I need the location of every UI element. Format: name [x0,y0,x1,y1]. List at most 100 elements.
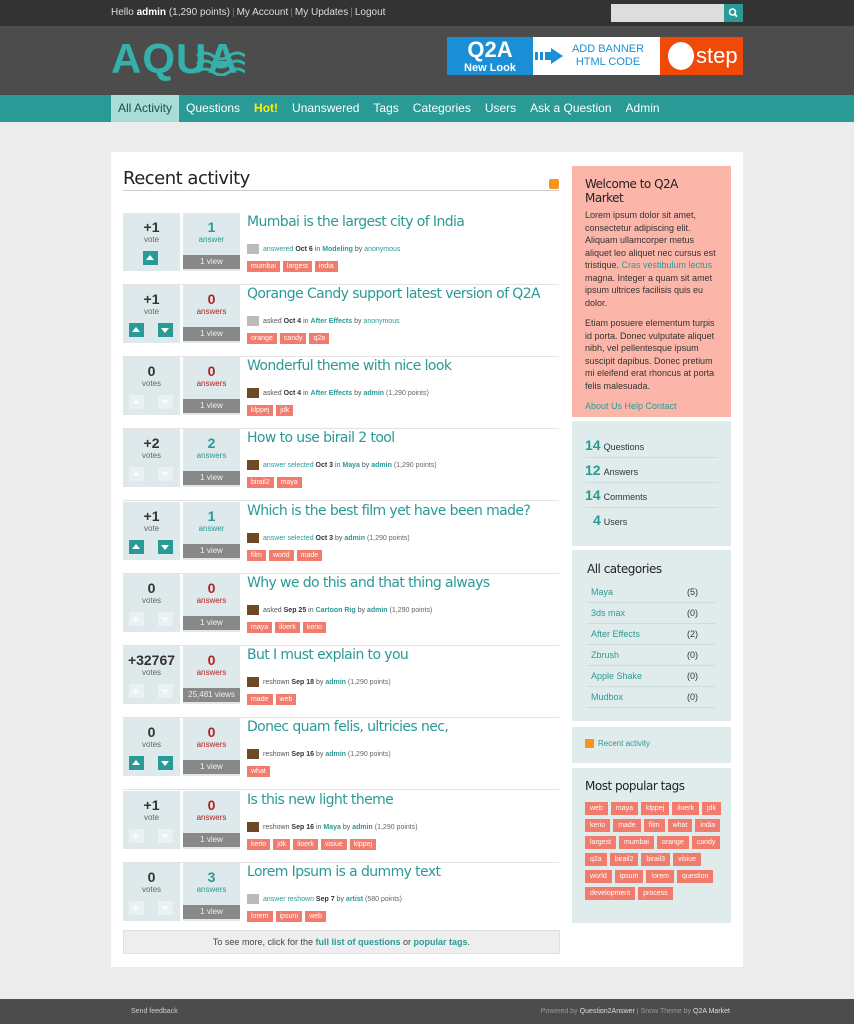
tag-link[interactable]: birail2 [247,477,274,488]
tag-link[interactable]: klppej [640,802,670,815]
username[interactable]: admin [137,7,166,18]
tag-link[interactable]: web [275,694,297,705]
avatar[interactable] [247,749,259,759]
meta-category-link[interactable]: Maya [342,462,360,469]
meta-user-link[interactable]: admin [325,679,346,686]
nav-item-0[interactable]: All Activity [111,95,180,122]
avatar[interactable] [247,822,259,832]
tag-link[interactable]: maya [610,802,638,815]
nav-item-6[interactable]: Users [478,95,523,122]
question-title[interactable]: Wonderful theme with nice look [247,358,452,374]
meta-action[interactable]: answer reshown [263,896,314,903]
search-input[interactable] [611,4,724,22]
full-list-link[interactable]: full list of questions [315,937,400,947]
meta-user-link[interactable]: anonymous [364,246,400,253]
welcome-footer-links[interactable]: About Us Help Contact [585,401,677,411]
meta-user-link[interactable]: admin [325,751,346,758]
tag-link[interactable]: ipsum [614,870,644,883]
avatar[interactable] [247,388,259,398]
vote-up-button[interactable] [129,540,144,554]
tag-link[interactable]: india [314,261,338,272]
meta-user-link[interactable]: admin [344,535,365,542]
meta-user-link[interactable]: admin [367,607,388,614]
tag-link[interactable]: web [585,802,608,815]
meta-action[interactable]: answer selected [263,535,314,542]
question-title[interactable]: Mumbai is the largest city of India [247,214,465,230]
category-link[interactable]: Maya [591,587,613,597]
meta-user-link[interactable]: admin [363,390,384,397]
nav-item-8[interactable]: Admin [619,95,667,122]
meta-category-link[interactable]: After Effects [311,390,353,397]
tag-link[interactable]: mumbai [619,836,654,849]
tag-link[interactable]: what [667,819,693,832]
tag-link[interactable]: process [638,887,673,900]
tag-link[interactable]: mumbai [247,261,280,272]
vote-down-button[interactable] [158,756,173,770]
tag-link[interactable]: film [643,819,665,832]
meta-category-link[interactable]: After Effects [311,318,353,325]
avatar[interactable] [247,677,259,687]
tag-link[interactable]: development [585,887,636,900]
meta-action[interactable]: answered [263,246,293,253]
vote-down-button[interactable] [158,323,173,337]
meta-user-link[interactable]: anonymous [363,318,399,325]
tag-link[interactable]: what [247,766,270,777]
logout-link[interactable]: Logout [355,7,386,18]
meta-category-link[interactable]: Cartoon Rig [316,607,356,614]
tag-link[interactable]: visiue [320,839,347,850]
tag-link[interactable]: iloerk [672,802,699,815]
site-logo[interactable]: AQUA [111,34,245,84]
tag-link[interactable]: ipsum [275,911,303,922]
tag-link[interactable]: candy [691,836,721,849]
tag-link[interactable]: maya [276,477,302,488]
tag-link[interactable]: world [268,550,294,561]
tag-link[interactable]: maya [247,622,273,633]
q2a-market-link[interactable]: Q2A Market [693,1008,730,1015]
tag-link[interactable]: q2a [309,333,330,344]
tag-link[interactable]: world [585,870,612,883]
welcome-link[interactable]: Cras vestibulum lectus [622,260,713,270]
popular-tags-link[interactable]: popular tags [414,937,468,947]
nav-item-5[interactable]: Categories [406,95,478,122]
tag-link[interactable]: lorem [247,911,273,922]
tag-link[interactable]: iloerk [275,622,300,633]
tag-link[interactable]: made [613,819,641,832]
tag-link[interactable]: made [247,694,273,705]
tag-link[interactable]: jdk [273,839,291,850]
avatar[interactable] [247,894,259,904]
vote-up-button[interactable] [129,756,144,770]
vote-up-button[interactable] [129,323,144,337]
category-link[interactable]: After Effects [591,629,640,639]
category-link[interactable]: Zbrush [591,650,619,660]
rss-icon[interactable] [549,179,559,189]
vote-up-button[interactable] [143,251,158,265]
category-link[interactable]: 3ds max [591,608,625,618]
tag-link[interactable]: kerio [585,819,611,832]
tag-link[interactable]: iloerk [293,839,318,850]
question-title[interactable]: Donec quam felis, ultricies nec, [247,719,449,735]
tag-link[interactable]: orange [656,836,689,849]
nav-item-1[interactable]: Questions [179,95,247,122]
tag-link[interactable]: jdk [276,405,294,416]
tag-link[interactable]: lorem [646,870,674,883]
avatar[interactable] [247,460,259,470]
tag-link[interactable]: question [676,870,714,883]
question-title[interactable]: Qorange Candy support latest version of … [247,286,541,302]
tag-link[interactable]: q2a [585,853,607,866]
question-title[interactable]: Is this new light theme [247,792,394,808]
question-title[interactable]: But I must explain to you [247,647,409,663]
question-title[interactable]: How to use birail 2 tool [247,430,395,446]
nav-item-2[interactable]: Hot! [247,95,285,122]
tag-link[interactable]: candy [279,333,307,344]
search-button[interactable] [724,4,743,22]
avatar[interactable] [247,316,259,326]
tag-link[interactable]: film [247,550,266,561]
ad-banner[interactable]: Q2A New Look ADD BANNER HTML CODE step [447,37,743,75]
meta-category-link[interactable]: Modeling [322,246,353,253]
tag-link[interactable]: jdk [702,802,721,815]
vote-down-button[interactable] [158,540,173,554]
tag-link[interactable]: klppej [349,839,377,850]
tag-link[interactable]: largest [585,836,617,849]
tag-link[interactable]: kerio [302,622,327,633]
tag-link[interactable]: india [695,819,721,832]
